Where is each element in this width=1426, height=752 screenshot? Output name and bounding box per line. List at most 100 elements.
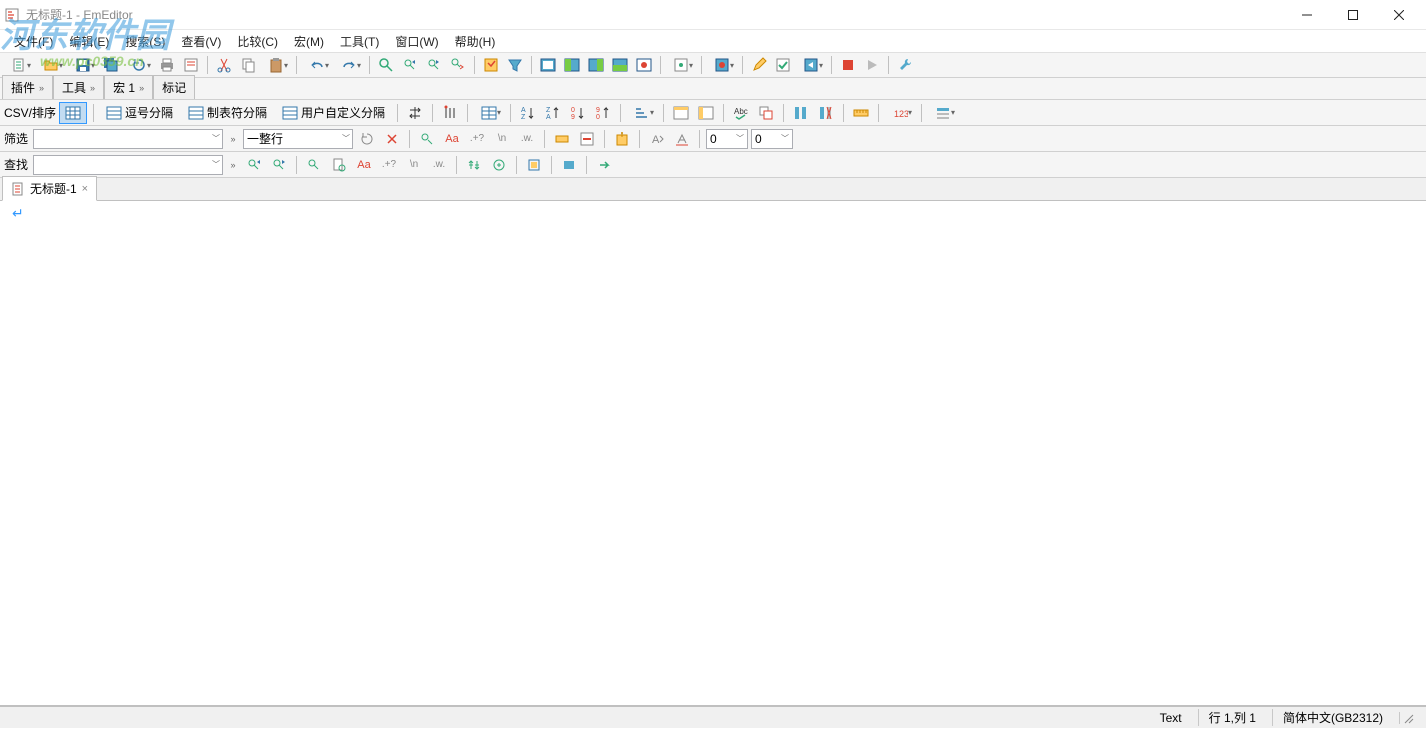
editor-area[interactable]: ↵ [0, 201, 1426, 706]
csv-normal-button[interactable] [59, 102, 87, 124]
menu-window[interactable]: 窗口(W) [387, 30, 446, 53]
document-tab[interactable]: 无标题-1 × [2, 176, 97, 201]
filter-case-button[interactable]: Aa [441, 128, 463, 150]
filter-word-button[interactable]: .w. [516, 128, 538, 150]
find-next-button[interactable] [268, 154, 290, 176]
csv-col-button[interactable] [439, 102, 461, 124]
filter-regex-button[interactable]: .+? [466, 128, 488, 150]
find-word-button[interactable]: .w. [428, 154, 450, 176]
menu-edit[interactable]: 编辑(E) [61, 30, 117, 53]
sort-len-button[interactable] [627, 102, 657, 124]
filter-find-button[interactable] [416, 128, 438, 150]
filter-above-select[interactable]: 0﹀ [706, 129, 748, 149]
dup-button[interactable] [755, 102, 777, 124]
edit-button[interactable] [748, 54, 770, 76]
menu-macro[interactable]: 宏(M) [286, 30, 332, 53]
spell-button[interactable]: Abc [730, 102, 752, 124]
ruler-button[interactable] [850, 102, 872, 124]
find-inc-button[interactable] [303, 154, 325, 176]
find-regex-button[interactable]: .+? [378, 154, 400, 176]
filter-opt1-button[interactable]: A [646, 128, 668, 150]
filter-escape-button[interactable]: \n [491, 128, 513, 150]
new-button[interactable] [4, 54, 34, 76]
print-button[interactable] [156, 54, 178, 76]
check-button[interactable] [772, 54, 794, 76]
menu-view[interactable]: 查看(V) [173, 30, 229, 53]
menu-search[interactable]: 搜索(S) [117, 30, 173, 53]
filter-mode-select[interactable] [243, 129, 353, 149]
sort-za-button[interactable]: ZA [542, 102, 564, 124]
find-expand-button[interactable]: » [226, 154, 240, 176]
menu-help[interactable]: 帮助(H) [447, 30, 504, 53]
record-button[interactable] [837, 54, 859, 76]
tab-tools[interactable]: 工具» [53, 75, 104, 99]
col-delete-button[interactable] [815, 102, 837, 124]
find-prev-button[interactable] [399, 54, 421, 76]
find-button[interactable] [375, 54, 397, 76]
find-prev-button[interactable] [243, 154, 265, 176]
tab-macro[interactable]: 宏 1» [104, 75, 153, 99]
menu-tools[interactable]: 工具(T) [332, 30, 387, 53]
find-count-button[interactable] [488, 154, 510, 176]
csv-tab-button[interactable]: 制表符分隔 [182, 101, 273, 124]
sort-09-button[interactable]: 09 [567, 102, 589, 124]
filter-bookmark-button[interactable] [611, 128, 633, 150]
filter-expand-button[interactable]: » [226, 128, 240, 150]
maximize-button[interactable] [1330, 0, 1376, 30]
macro-rec-button[interactable] [707, 54, 737, 76]
save-button[interactable] [68, 54, 98, 76]
marker-button[interactable] [480, 54, 502, 76]
find-sel-button[interactable] [558, 154, 580, 176]
filter-neg-button[interactable] [576, 128, 598, 150]
csv-comma-button[interactable]: 逗号分隔 [100, 101, 179, 124]
tab-plugin[interactable]: 插件» [2, 75, 53, 99]
filter-opt2-button[interactable] [671, 128, 693, 150]
find-close-button[interactable] [593, 154, 615, 176]
group1-button[interactable] [670, 102, 692, 124]
filter-below-select[interactable]: 0﹀ [751, 129, 793, 149]
paste-button[interactable] [261, 54, 291, 76]
menu-compare[interactable]: 比较(C) [229, 30, 286, 53]
col-insert-button[interactable] [790, 102, 812, 124]
csv-grid-button[interactable] [474, 102, 504, 124]
save-all-button[interactable] [100, 54, 122, 76]
reload-button[interactable] [124, 54, 154, 76]
redo-button[interactable] [334, 54, 364, 76]
find-escape-button[interactable]: \n [403, 154, 425, 176]
csv-convert-button[interactable] [404, 102, 426, 124]
app-button[interactable] [180, 54, 202, 76]
filter-whole-button[interactable] [551, 128, 573, 150]
sort-az-button[interactable]: AZ [517, 102, 539, 124]
status-position[interactable]: 行 1,列 1 [1198, 709, 1266, 726]
sort-90-button[interactable]: 90 [592, 102, 614, 124]
panel1-button[interactable] [537, 54, 559, 76]
config-button[interactable] [666, 54, 696, 76]
group2-button[interactable] [695, 102, 717, 124]
filter-clear-button[interactable] [381, 128, 403, 150]
find-input[interactable] [33, 155, 223, 175]
document-tab-close[interactable]: × [82, 183, 88, 195]
status-type[interactable]: Text [1150, 711, 1192, 725]
cut-button[interactable] [213, 54, 235, 76]
filter-button[interactable] [504, 54, 526, 76]
tab-marker[interactable]: 标记 [153, 75, 195, 99]
undo-button[interactable] [302, 54, 332, 76]
status-encoding[interactable]: 简体中文(GB2312) [1272, 709, 1393, 726]
minimize-button[interactable] [1284, 0, 1330, 30]
wizard-button[interactable] [796, 54, 826, 76]
filter-refresh-button[interactable] [356, 128, 378, 150]
filter-input[interactable] [33, 129, 223, 149]
copy-button[interactable] [237, 54, 259, 76]
csv-user-button[interactable]: 用户自定义分隔 [276, 101, 391, 124]
menu-file[interactable]: 文件(F) [6, 30, 61, 53]
panel3-button[interactable] [585, 54, 607, 76]
find-next-button[interactable] [423, 54, 445, 76]
replace-button[interactable] [447, 54, 469, 76]
panel2-button[interactable] [561, 54, 583, 76]
find-doc-button[interactable] [328, 154, 350, 176]
panel5-button[interactable] [633, 54, 655, 76]
panel4-button[interactable] [609, 54, 631, 76]
open-button[interactable] [36, 54, 66, 76]
heading-button[interactable] [928, 102, 958, 124]
close-button[interactable] [1376, 0, 1422, 30]
